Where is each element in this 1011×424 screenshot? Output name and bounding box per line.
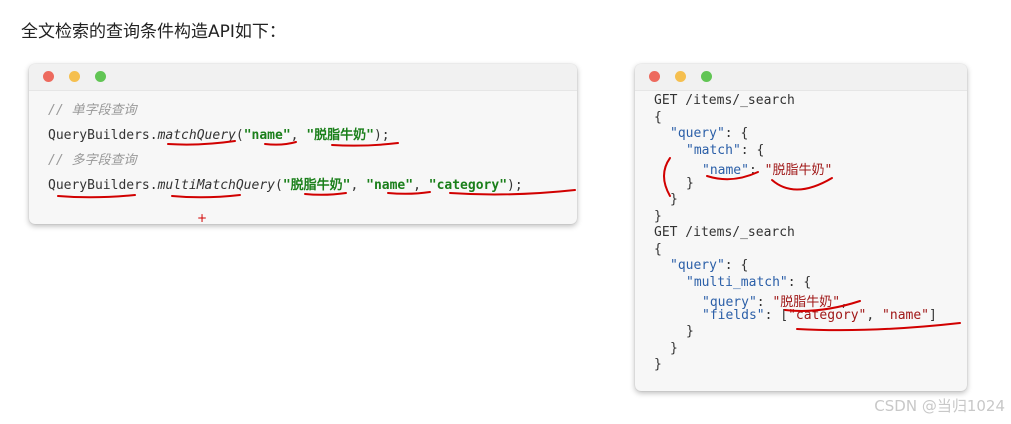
code-token: ); xyxy=(507,178,523,193)
page-heading: 全文检索的查询条件构造API如下： xyxy=(21,22,286,42)
json-key: "query" xyxy=(670,258,725,273)
code-token: QueryBuilders. xyxy=(48,178,158,193)
code-line: "match": { xyxy=(686,143,764,158)
code-token: : [ xyxy=(764,308,789,323)
code-token: , xyxy=(290,128,307,143)
code-string: "name" xyxy=(243,128,291,143)
code-line: "query": { xyxy=(670,258,748,273)
code-line: { xyxy=(654,110,662,125)
code-method: matchQuery xyxy=(157,128,236,143)
code-token: : { xyxy=(724,258,749,273)
json-value: "脱脂牛奶" xyxy=(764,163,833,178)
code-line-multi-match-query: QueryBuilders.multiMatchQuery("脱脂牛奶", "n… xyxy=(48,174,523,193)
code-line: "multi_match": { xyxy=(686,275,811,290)
code-token: : { xyxy=(740,143,765,158)
code-line: { xyxy=(654,242,662,257)
json-value: "category" xyxy=(788,308,867,323)
code-token: : { xyxy=(787,275,812,290)
code-token: ( xyxy=(235,128,244,143)
code-line-match-query: QueryBuilders.matchQuery("name", "脱脂牛奶")… xyxy=(48,124,390,143)
code-line: } xyxy=(654,209,662,224)
code-line: } xyxy=(686,324,694,339)
json-key: "name" xyxy=(702,163,749,178)
code-line: GET /items/_search xyxy=(654,225,795,240)
watermark: CSDN @当归1024 xyxy=(874,397,1005,415)
code-line: "fields": ["category", "name"] xyxy=(702,308,937,323)
code-string: "脱脂牛奶" xyxy=(282,178,351,193)
code-token: , xyxy=(866,308,883,323)
code-token: : { xyxy=(724,126,749,141)
java-code-card: // 单字段查询 QueryBuilders.matchQuery("name"… xyxy=(29,64,577,224)
dsl-code-block: GET /items/_search { "query": { "match":… xyxy=(654,64,964,384)
code-line: } xyxy=(670,192,678,207)
code-token: ] xyxy=(929,308,937,323)
java-code-block: // 单字段查询 QueryBuilders.matchQuery("name"… xyxy=(48,64,568,214)
code-comment: // 单字段查询 xyxy=(48,103,137,118)
code-token: , xyxy=(413,178,429,193)
code-line: "query": { xyxy=(670,126,748,141)
code-token: ( xyxy=(274,178,283,193)
code-string: "name" xyxy=(366,178,414,193)
code-line: } xyxy=(686,176,694,191)
json-key: "multi_match" xyxy=(686,275,788,290)
code-line: "name": "脱脂牛奶" xyxy=(702,159,832,178)
code-comment: // 多字段查询 xyxy=(48,153,137,168)
code-token: , xyxy=(350,178,367,193)
code-string: "脱脂牛奶" xyxy=(306,128,374,143)
code-token: : xyxy=(748,163,765,178)
code-token: ); xyxy=(373,128,390,143)
json-value: "name" xyxy=(882,308,930,323)
dsl-code-card: GET /items/_search { "query": { "match":… xyxy=(635,64,967,391)
json-key: "fields" xyxy=(702,308,765,323)
json-key: "query" xyxy=(670,126,725,141)
code-string: "category" xyxy=(428,178,508,193)
json-key: "match" xyxy=(686,143,741,158)
code-line: GET /items/_search xyxy=(654,93,795,108)
code-method: multiMatchQuery xyxy=(157,178,275,193)
code-line: } xyxy=(670,341,678,356)
code-token: QueryBuilders. xyxy=(48,128,158,143)
code-line: } xyxy=(654,357,662,372)
